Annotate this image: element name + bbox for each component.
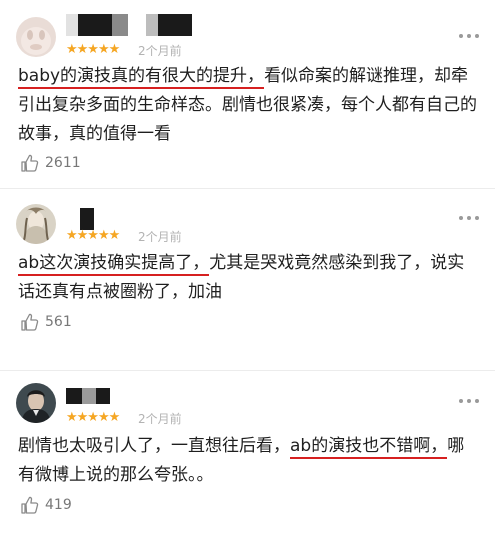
like-button[interactable]: 561	[20, 312, 90, 332]
avatar[interactable]	[16, 383, 56, 423]
like-button[interactable]: 2611	[20, 153, 100, 173]
review-text: 剧情也太吸引人了，一直想往后看，ab的演技也不错啊，哪有微博上说的那么夸张。。	[18, 432, 480, 490]
avatar[interactable]	[16, 204, 56, 244]
review-time: 2个月前	[138, 412, 182, 426]
star-rating: ★★★★★	[66, 228, 120, 243]
more-dots-icon[interactable]	[459, 398, 481, 404]
thumbs-up-icon	[21, 154, 39, 172]
highlighted-phrase: baby的演技真的有很大的提升，	[18, 66, 265, 89]
thumbs-up-icon	[21, 496, 39, 514]
highlighted-phrase: ab的演技也不错啊，	[290, 436, 448, 459]
username-redacted	[66, 388, 116, 410]
star-rating: ★★★★★	[66, 42, 120, 57]
more-dots-icon[interactable]	[459, 33, 481, 39]
star-rating: ★★★★★	[66, 410, 120, 425]
review-card: ★★★★★ 2个月前 ab这次演技确实提高了，尤其是哭戏竟然感染到我了，说实话还…	[0, 188, 495, 370]
username-redacted	[66, 208, 126, 230]
avatar[interactable]	[16, 17, 56, 57]
review-time: 2个月前	[138, 230, 182, 244]
review-time: 2个月前	[138, 44, 182, 58]
review-card: ★★★★★ 2个月前 baby的演技真的有很大的提升，看似命案的解谜推理，却牵引…	[0, 0, 495, 188]
more-dots-icon[interactable]	[459, 215, 481, 221]
username-redacted	[66, 14, 196, 36]
review-text: baby的演技真的有很大的提升，看似命案的解谜推理，却牵引出复杂多面的生命样态。…	[18, 62, 480, 149]
like-count: 419	[45, 497, 72, 513]
text-segment: 剧情也太吸引人了，一直想往后看，	[18, 436, 290, 456]
like-count: 2611	[45, 155, 81, 171]
review-card: ★★★★★ 2个月前 剧情也太吸引人了，一直想往后看，ab的演技也不错啊，哪有微…	[0, 370, 495, 536]
highlighted-phrase: ab这次演技确实提高了，	[18, 253, 210, 276]
review-text: ab这次演技确实提高了，尤其是哭戏竟然感染到我了，说实话还真有点被圈粉了，加油	[18, 249, 480, 307]
thumbs-up-icon	[21, 313, 39, 331]
like-count: 561	[45, 314, 72, 330]
like-button[interactable]: 419	[20, 495, 90, 515]
